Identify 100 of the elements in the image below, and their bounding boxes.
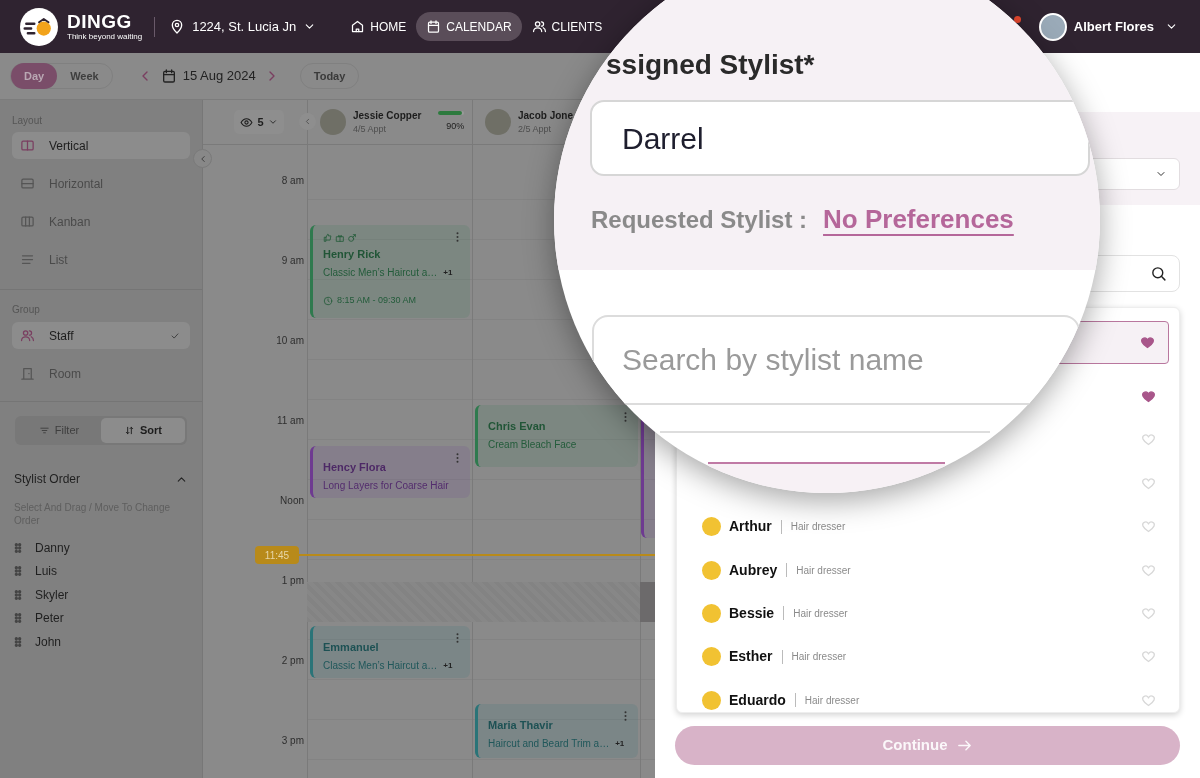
appointment-card[interactable]: Maria Thavir Haircut and Beard Trim a… +1 xyxy=(475,704,638,758)
client-name: Henry Rick xyxy=(323,247,382,261)
extra-count: +1 xyxy=(443,266,453,279)
stylist-name: Arthur xyxy=(729,517,772,537)
stylist-role: Hair dresser xyxy=(790,520,846,535)
time-label: 8 am xyxy=(281,174,304,188)
nav-tab[interactable]: CALENDAR xyxy=(416,12,522,41)
stylist-role: Hair dresser xyxy=(791,650,847,665)
more-icon[interactable] xyxy=(624,711,627,721)
avatar xyxy=(320,109,346,135)
stylist-name: Aubrey xyxy=(729,560,778,580)
stylist-name[interactable]: Skyler xyxy=(35,585,69,604)
stylist-name[interactable]: Luis xyxy=(35,562,57,581)
time-label: 1 pm xyxy=(281,574,304,588)
stylist-role: Hair dresser xyxy=(796,563,851,578)
rows-icon xyxy=(20,176,35,191)
calendar-icon xyxy=(426,19,442,34)
heart-icon[interactable] xyxy=(1141,388,1156,404)
field-label: ssigned Stylist* xyxy=(606,48,815,82)
nav-tab[interactable]: CLIENTS xyxy=(521,12,613,41)
male-icon xyxy=(347,233,357,243)
stylist-row[interactable]: Aubrey Hair dresser xyxy=(687,548,1169,592)
avatar xyxy=(702,603,721,623)
appointment-time: 8:15 AM - 09:30 AM xyxy=(337,294,417,307)
assigned-stylist-field[interactable]: Darrel xyxy=(590,100,1090,176)
more-icon[interactable] xyxy=(456,633,459,643)
avatar xyxy=(702,517,721,537)
drag-handle-icon[interactable] xyxy=(14,613,22,624)
segment-tab[interactable]: Sort xyxy=(101,418,185,443)
service-name: Cream Bleach Face xyxy=(488,438,577,452)
staff-name: Jacob Jone xyxy=(518,108,574,123)
section-title: Stylist Order xyxy=(14,471,81,488)
search-icon xyxy=(1150,265,1167,282)
search-field[interactable]: Search by stylist name xyxy=(592,315,1080,405)
stylist-name[interactable]: Peter xyxy=(35,609,64,628)
field-label: Requested Stylist : xyxy=(591,204,808,235)
client-name: Chris Evan xyxy=(488,419,547,433)
service-name: Classic Men’s Haircut a… xyxy=(323,659,438,673)
drag-handle-icon[interactable] xyxy=(14,636,22,647)
percent-label: 90% xyxy=(446,119,465,133)
filter-icon xyxy=(38,425,50,436)
stylist-role: Hair dresser xyxy=(804,693,860,708)
drag-handle-icon[interactable] xyxy=(14,542,22,553)
visible-staff-dropdown[interactable]: 5 xyxy=(234,110,284,134)
time-label: 10 am xyxy=(276,334,304,348)
time-label: 3 pm xyxy=(281,734,304,748)
logo-icon xyxy=(20,7,58,46)
time-label: 11 am xyxy=(276,414,304,428)
users-icon xyxy=(531,19,547,34)
gift-icon xyxy=(335,233,345,243)
avatar xyxy=(702,647,721,667)
preference-link[interactable]: No Preferences xyxy=(823,200,1014,239)
appointment-card[interactable]: Emmanuel Classic Men’s Haircut a… +1 xyxy=(310,626,470,678)
location-selector[interactable]: 1224, St. Lucia Jn xyxy=(169,16,317,37)
segment-tab[interactable]: Filter xyxy=(17,418,101,443)
drag-handle-icon[interactable] xyxy=(14,589,22,600)
avatar xyxy=(485,109,511,135)
sort-icon xyxy=(124,425,135,436)
brand-name: DINGG xyxy=(67,12,133,32)
stylist-row[interactable]: Eduardo Hair dresser xyxy=(687,678,1169,722)
time-label: Noon xyxy=(280,494,304,508)
user-menu[interactable]: Albert Flores xyxy=(1038,12,1178,41)
extra-count: +1 xyxy=(443,659,453,672)
more-icon[interactable] xyxy=(456,453,459,463)
stylist-row[interactable]: Esther Hair dresser xyxy=(687,635,1169,679)
drag-handle-icon[interactable] xyxy=(14,566,22,577)
stylist-name[interactable]: John xyxy=(35,632,62,651)
time-label: 9 am xyxy=(281,254,304,268)
sidebar-item[interactable]: Vertical xyxy=(12,132,190,159)
list-icon xyxy=(20,252,35,267)
sidebar-item[interactable]: Staff xyxy=(12,322,190,349)
avatar xyxy=(702,690,721,710)
appointment-card[interactable]: Hency Flora Long Layers for Coarse Hair xyxy=(310,446,470,498)
client-name: Emmanuel xyxy=(323,640,380,654)
client-name: Maria Thavir xyxy=(488,718,554,732)
appointment-card[interactable]: Henry Rick Classic Men’s Haircut a… +1 8:15 AM - 09:30 AM xyxy=(310,225,470,318)
more-icon[interactable] xyxy=(456,232,459,242)
service-name: Haircut and Beard Trim a… xyxy=(488,737,610,751)
eye-icon xyxy=(240,115,254,129)
chevron-left-icon xyxy=(303,117,312,126)
nav-tab[interactable]: HOME xyxy=(340,12,417,41)
view-toggle[interactable]: Week xyxy=(57,63,112,89)
brand-tagline: Think beyond waiting xyxy=(67,32,143,41)
service-name: Long Layers for Coarse Hair xyxy=(323,479,449,493)
stylist-role: Hair dresser xyxy=(793,606,848,621)
more-icon[interactable] xyxy=(624,412,627,422)
heart-icon[interactable] xyxy=(1140,335,1155,351)
clock-icon xyxy=(323,295,333,306)
stylist-row[interactable]: Bessie Hair dresser xyxy=(687,591,1169,636)
appointment-card[interactable]: Chris Evan Cream Bleach Face xyxy=(475,405,638,467)
stylist-name: Eduardo xyxy=(729,690,786,710)
stylist-name[interactable]: Danny xyxy=(35,538,70,557)
board-icon xyxy=(20,214,35,229)
home-icon xyxy=(350,19,366,34)
stylist-row[interactable]: Arthur Hair dresser xyxy=(687,504,1169,549)
chevron-down-icon xyxy=(267,117,278,127)
avatar xyxy=(702,560,721,580)
view-toggle[interactable]: Day xyxy=(11,63,58,89)
columns-icon xyxy=(20,138,35,153)
service-name: Classic Men’s Haircut a… xyxy=(323,266,438,280)
